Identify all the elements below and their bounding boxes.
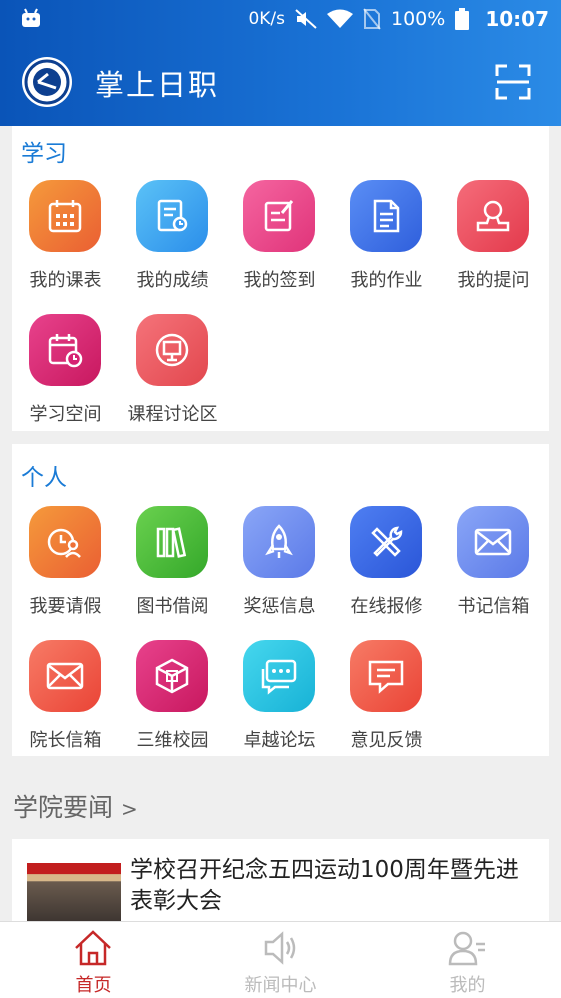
forum-icon (243, 640, 315, 712)
tab-mine[interactable]: 我的 (374, 922, 561, 998)
section-title-study: 学习 (21, 141, 67, 167)
menu-item-label: 意见反馈 (350, 730, 423, 751)
menu-item-rewards[interactable]: 奖惩信息 (226, 506, 333, 626)
top-bar: 0K/s 100% 10:07 掌上日职 (0, 0, 561, 126)
profile-icon (448, 931, 485, 966)
cube-icon (136, 640, 208, 712)
course-discussion-icon (136, 314, 208, 386)
menu-item-label: 奖惩信息 (243, 596, 316, 617)
clock: 10:07 (485, 7, 549, 31)
leave-icon (29, 506, 101, 578)
menu-item-label: 院长信箱 (29, 730, 102, 751)
menu-item-label: 我的课表 (29, 270, 102, 291)
menu-item-study-space[interactable]: 学习空间 (12, 314, 119, 434)
tab-news-center[interactable]: 新闻中心 (187, 922, 374, 998)
menu-item-label: 我的签到 (243, 270, 316, 291)
menu-item-label: 学习空间 (29, 404, 102, 425)
menu-item-president-mailbox[interactable]: 院长信箱 (12, 640, 119, 760)
menu-item-leave[interactable]: 我要请假 (12, 506, 119, 626)
menu-item-grades[interactable]: 我的成绩 (119, 180, 226, 300)
news-section-title: 学院要闻 (13, 793, 114, 822)
section-title-personal: 个人 (21, 465, 67, 491)
homework-icon (350, 180, 422, 252)
menu-item-label: 我的成绩 (136, 270, 209, 291)
sign-in-icon (243, 180, 315, 252)
menu-item-label: 我的作业 (350, 270, 423, 291)
news-item[interactable]: 学校召开纪念五四运动100周年暨先进表彰大会 (12, 839, 549, 921)
menu-item-label: 卓越论坛 (243, 730, 316, 751)
menu-item-secretary-mailbox[interactable]: 书记信箱 (440, 506, 547, 626)
speaker-icon (264, 931, 296, 965)
mail-icon (29, 640, 101, 712)
no-sim-icon (363, 8, 381, 30)
mute-icon (295, 9, 317, 29)
menu-item-3d-campus[interactable]: 三维校园 (119, 640, 226, 760)
books-icon (136, 506, 208, 578)
news-thumbnail (27, 863, 121, 921)
menu-item-books[interactable]: 图书借阅 (119, 506, 226, 626)
bottom-nav: 首页 新闻中心 我的 (0, 921, 561, 998)
app-bar: 掌上日职 (0, 44, 561, 124)
menu-item-feedback[interactable]: 意见反馈 (333, 640, 440, 760)
rocket-icon (243, 506, 315, 578)
school-logo (22, 57, 72, 107)
menu-item-label: 在线报修 (350, 596, 423, 617)
wifi-icon (327, 9, 353, 28)
feedback-icon (350, 640, 422, 712)
menu-item-repair[interactable]: 在线报修 (333, 506, 440, 626)
tab-home[interactable]: 首页 (0, 922, 187, 998)
menu-item-label: 我要请假 (29, 596, 102, 617)
menu-item-forum[interactable]: 卓越论坛 (226, 640, 333, 760)
home-icon (75, 930, 111, 966)
menu-item-label: 书记信箱 (457, 596, 530, 617)
menu-item-label: 图书借阅 (136, 596, 209, 617)
tab-label: 首页 (75, 975, 112, 996)
battery-level: 100% (391, 8, 446, 30)
study-space-icon (29, 314, 101, 386)
menu-item-course-discussion[interactable]: 课程讨论区 (119, 314, 226, 434)
news-section-header[interactable]: 学院要闻 > (13, 788, 138, 824)
android-icon (22, 8, 40, 27)
network-speed: 0K/s (248, 9, 285, 29)
menu-item-question[interactable]: 我的提问 (440, 180, 547, 300)
question-icon (457, 180, 529, 252)
study-section: 学习 我的课表 我的成绩 我的签到 我的作业 我的提问 学习空间 课程讨论区 (12, 126, 549, 431)
menu-item-label: 三维校园 (136, 730, 209, 751)
calendar-icon (29, 180, 101, 252)
menu-item-signin[interactable]: 我的签到 (226, 180, 333, 300)
repair-icon (350, 506, 422, 578)
mail-icon (457, 506, 529, 578)
menu-item-homework[interactable]: 我的作业 (333, 180, 440, 300)
status-bar: 0K/s 100% 10:07 (0, 0, 561, 38)
tab-label: 新闻中心 (244, 975, 317, 996)
chevron-right-icon: > (121, 797, 138, 821)
menu-item-schedule[interactable]: 我的课表 (12, 180, 119, 300)
scan-icon[interactable] (495, 64, 531, 100)
app-title: 掌上日职 (95, 68, 220, 102)
menu-item-label: 课程讨论区 (127, 404, 218, 425)
tab-label: 我的 (449, 975, 486, 996)
grade-icon (136, 180, 208, 252)
battery-icon (455, 8, 470, 30)
personal-section: 个人 我要请假 图书借阅 奖惩信息 在线报修 书记信箱 院长信箱 三维校园 卓越… (12, 444, 549, 756)
menu-item-label: 我的提问 (457, 270, 530, 291)
news-title: 学校召开纪念五四运动100周年暨先进表彰大会 (130, 857, 519, 914)
